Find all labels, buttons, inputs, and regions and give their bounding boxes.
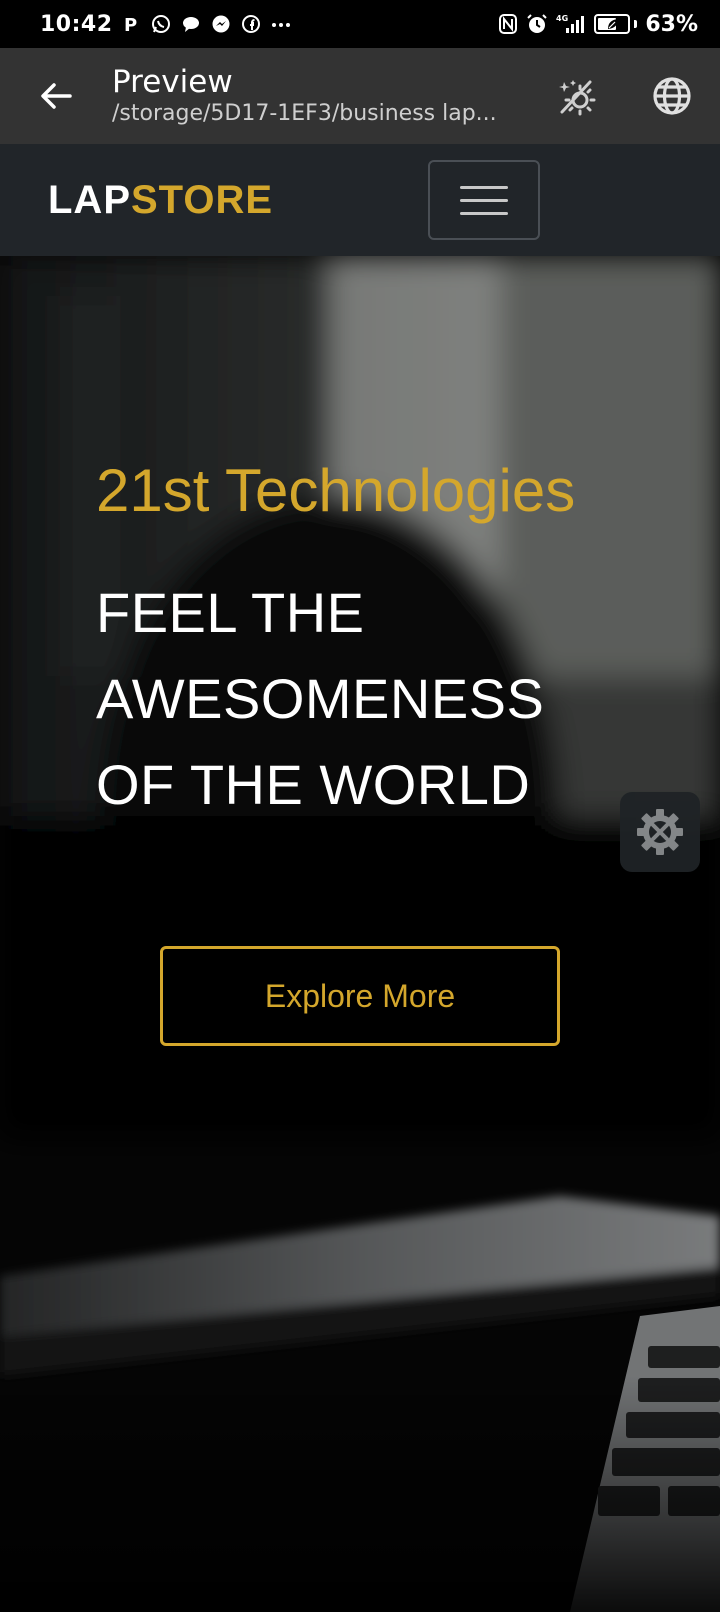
hamburger-icon-bar bbox=[460, 211, 508, 215]
back-button[interactable] bbox=[0, 48, 112, 144]
toolbar-file-path: /storage/5D17-1EF3/business lap... bbox=[112, 101, 497, 126]
preview-toolbar: Preview /storage/5D17-1EF3/business lap.… bbox=[0, 48, 720, 144]
explore-more-button[interactable]: Explore More bbox=[160, 946, 560, 1046]
hero-section: 21st Technologies FEEL THE AWESOMENESS O… bbox=[0, 256, 720, 1612]
facebook-icon bbox=[241, 14, 261, 34]
brand-logo[interactable]: LAPSTORE bbox=[48, 178, 273, 223]
nfc-icon bbox=[498, 13, 518, 35]
site-navbar: LAPSTORE bbox=[0, 144, 720, 256]
hero-heading-line-3: OF THE WORLD bbox=[96, 753, 531, 816]
battery-indicator bbox=[594, 14, 638, 34]
hero-heading: FEEL THE AWESOMENESS OF THE WORLD bbox=[96, 570, 696, 828]
theme-toggle-button[interactable] bbox=[528, 48, 624, 144]
settings-button[interactable] bbox=[620, 792, 700, 872]
battery-tip bbox=[634, 20, 638, 28]
signal-4g-icon: 4G bbox=[556, 13, 586, 35]
chat-icon bbox=[181, 14, 201, 34]
toolbar-title: Preview bbox=[112, 64, 233, 100]
hamburger-icon-bar bbox=[460, 198, 508, 202]
hamburger-icon bbox=[460, 185, 508, 189]
more-dots-icon bbox=[271, 14, 291, 34]
svg-text:P: P bbox=[124, 15, 137, 34]
brand-part-lap: LAP bbox=[48, 177, 131, 222]
alarm-icon bbox=[526, 13, 548, 35]
back-arrow-icon bbox=[41, 83, 72, 109]
messenger-icon bbox=[211, 14, 231, 34]
hero-content: 21st Technologies FEEL THE AWESOMENESS O… bbox=[96, 456, 696, 828]
toolbar-titles: Preview /storage/5D17-1EF3/business lap.… bbox=[112, 64, 528, 128]
battery-saver-icon bbox=[608, 19, 619, 29]
battery-shell bbox=[594, 14, 631, 34]
theme-toggle-icon bbox=[559, 80, 596, 116]
status-left: 10:42 P bbox=[40, 12, 291, 37]
hero-heading-line-2: AWESOMENESS bbox=[96, 667, 545, 730]
whatsapp-icon bbox=[151, 14, 171, 34]
language-button[interactable] bbox=[624, 48, 720, 144]
hero-heading-line-1: FEEL THE bbox=[96, 581, 365, 644]
status-bar: 10:42 P 4G 63% bbox=[0, 0, 720, 48]
globe-icon bbox=[653, 77, 691, 115]
hero-kicker: 21st Technologies bbox=[96, 457, 576, 524]
gear-icon bbox=[637, 809, 683, 855]
brand-part-store: STORE bbox=[131, 177, 274, 222]
clock: 10:42 bbox=[40, 11, 113, 37]
navbar-toggle-button[interactable] bbox=[428, 160, 540, 240]
status-right: 4G 63% bbox=[498, 12, 698, 37]
parking-icon: P bbox=[123, 14, 141, 34]
network-label: 4G bbox=[556, 14, 568, 23]
battery-percent: 63% bbox=[645, 11, 698, 37]
